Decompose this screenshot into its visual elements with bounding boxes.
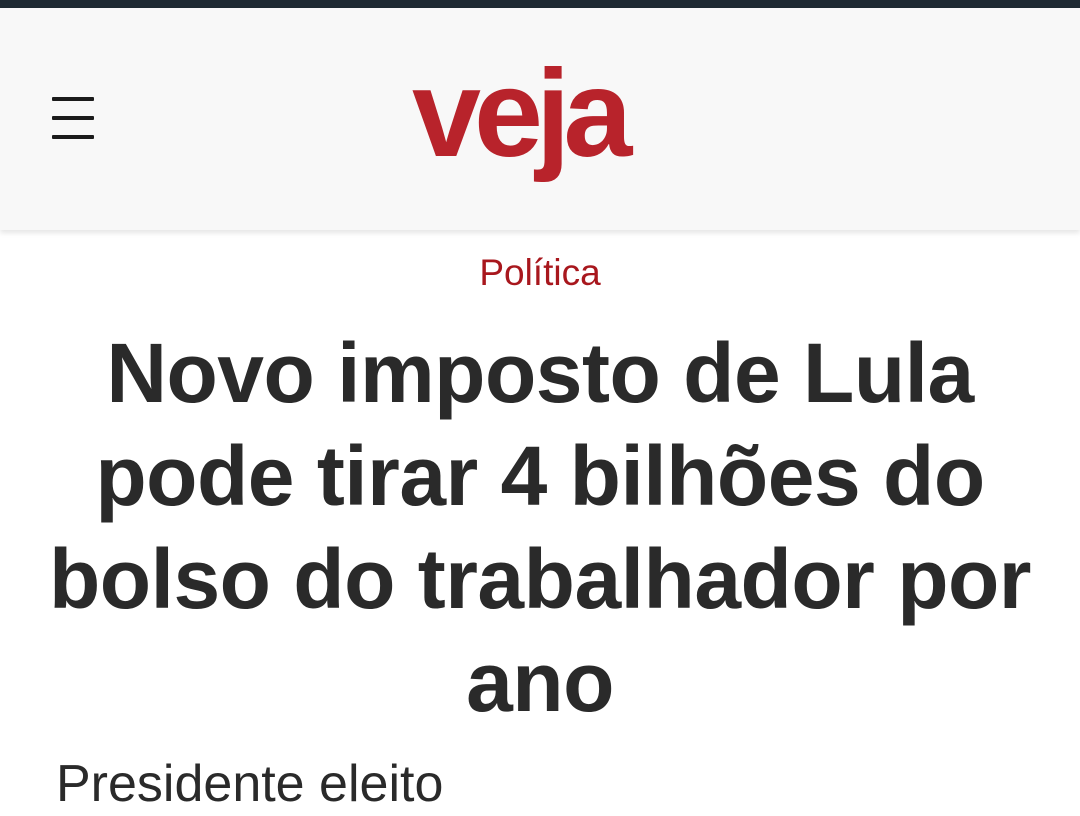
article-subheadline: Presidente eleito <box>56 755 444 813</box>
logo-text: veja <box>412 58 633 183</box>
menu-bar-top <box>52 97 94 101</box>
status-strip <box>0 0 1080 8</box>
veja-logo[interactable]: veja <box>412 58 672 198</box>
article-headline: Novo imposto de Lula pode tirar 4 bilhõe… <box>48 326 1032 729</box>
hamburger-menu-icon[interactable] <box>48 94 98 142</box>
category-link[interactable]: Política <box>0 248 1080 298</box>
menu-bar-middle <box>52 116 94 120</box>
menu-bar-bottom <box>52 135 94 139</box>
site-header: veja <box>0 8 1080 230</box>
